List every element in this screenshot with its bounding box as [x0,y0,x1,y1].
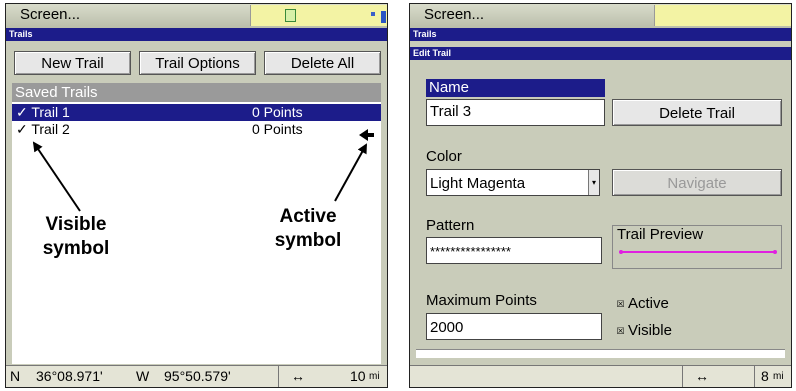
scale-value: 8 [754,366,769,387]
maximum-points-field[interactable]: 2000 [426,313,602,340]
latitude-value: 36°08.971' [36,368,103,384]
saved-trails-list: Saved Trails ✓ Trail 1 0 Points ✓ Trail … [12,83,381,364]
edit-trail-panel: Name Trail 3 Delete Trail Color Light Ma… [416,62,785,366]
latitude-prefix: N [10,368,21,384]
status-panel [250,5,387,26]
longitude-prefix: W [136,368,150,384]
visible-symbol-label: Visible symbol [42,214,110,259]
status-panel [654,5,791,26]
trail-preview-line [619,250,777,254]
color-value: Light Magenta [430,175,526,192]
active-label: Active [628,295,669,312]
trail-preview-label: Trail Preview [617,226,704,243]
delete-trail-button[interactable]: Delete Trail [612,99,782,126]
distance-arrow-icon: ↔ [278,366,305,387]
navigate-button[interactable]: Navigate [612,169,782,196]
dialog-title: Trails [6,28,387,41]
dropdown-arrow-icon[interactable]: ▾ [588,170,599,195]
visible-checkbox[interactable]: ☒ Visible [616,322,672,339]
dialog-title: Trails [410,28,791,41]
new-trail-button[interactable]: New Trail [14,51,131,75]
active-arrow [334,143,367,202]
bottom-strip [416,349,785,358]
distance-arrow-icon: ↔ [682,366,709,387]
pattern-field[interactable]: **************** [426,237,602,264]
signal-icon [381,11,386,23]
color-select[interactable]: Light Magenta ▾ [426,169,600,196]
trail-preview-box: Trail Preview [612,225,782,269]
screen-title: Screen... [20,6,81,23]
scale-unit: mi [369,371,380,382]
scale-value: 10 [350,368,366,384]
gps-dot-icon [371,12,375,16]
visible-label: Visible [628,322,672,339]
trail-options-button[interactable]: Trail Options [139,51,256,75]
top-bar: Screen... [410,4,791,28]
top-bar: Screen... [6,4,387,28]
trails-screen: Screen... Trails New Trail Trail Options… [5,3,388,388]
screen-title: Screen... [424,6,485,23]
status-bar: N 36°08.971' W 95°50.579' ↔ 10 mi [6,365,387,387]
maximum-points-label: Maximum Points [426,292,537,309]
battery-icon [285,9,296,22]
active-symbol-label: Active symbol [274,206,342,251]
status-bar: ↔ 8 mi [410,365,791,387]
name-field[interactable]: Trail 3 [426,99,605,126]
delete-all-button[interactable]: Delete All [264,51,381,75]
active-symbol-icon [359,129,374,141]
active-checkbox[interactable]: ☒ Active [616,295,669,312]
checkbox-checked-icon: ☒ [616,299,625,309]
scale-unit: mi [773,371,784,382]
edit-dialog-title: Edit Trail [410,47,791,60]
checkbox-checked-icon: ☒ [616,326,625,336]
name-label: Name [426,79,605,97]
visible-arrow [32,141,81,212]
edit-trail-screen: Screen... Trails Edit Trail Name Trail 3… [409,3,792,388]
color-label: Color [426,148,462,165]
longitude-value: 95°50.579' [164,368,231,384]
pattern-label: Pattern [426,217,475,234]
